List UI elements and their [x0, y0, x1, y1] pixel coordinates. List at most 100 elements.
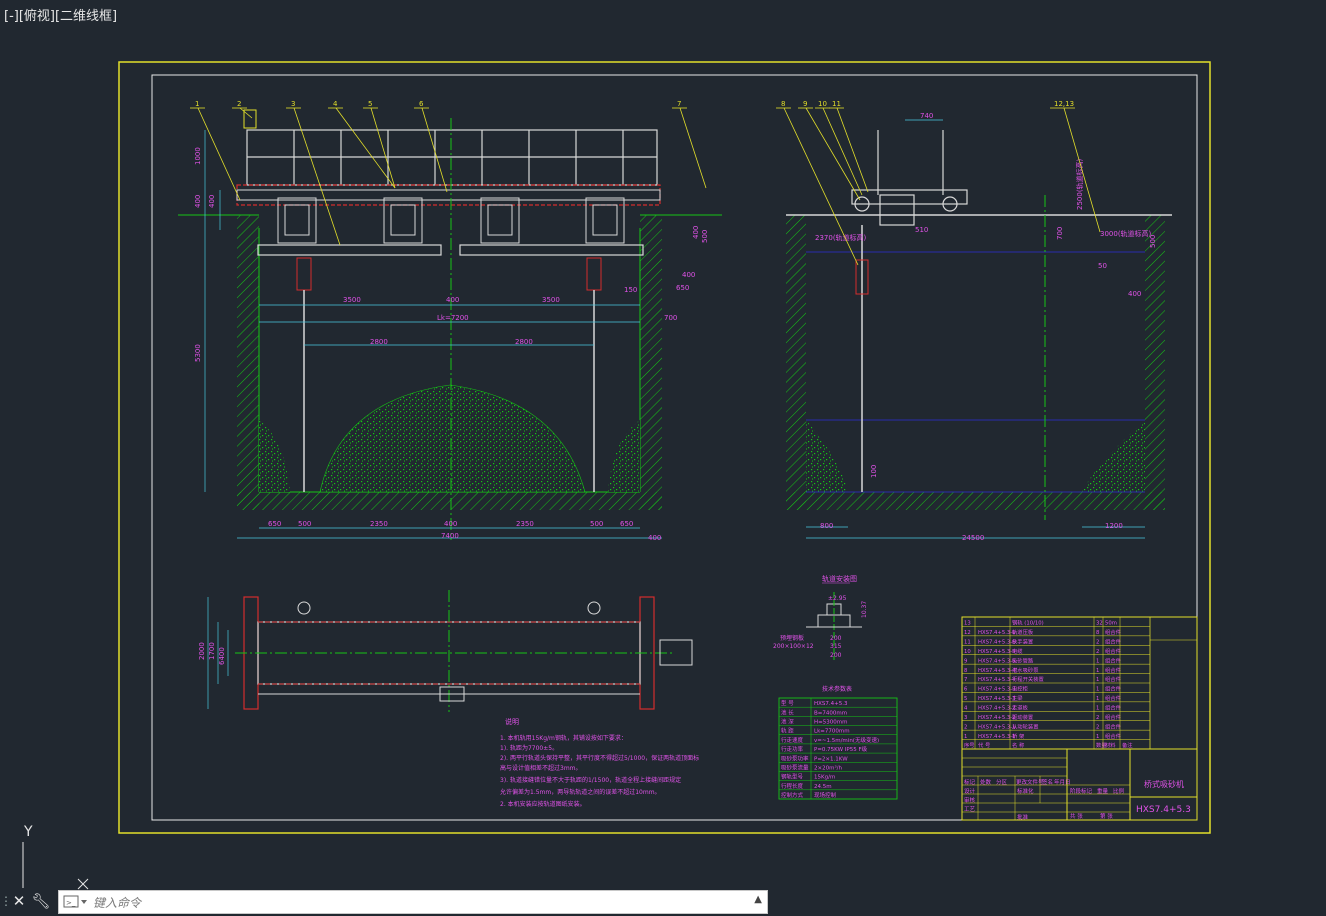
bom-cell: 组合件	[1105, 647, 1122, 655]
front-floor	[237, 492, 662, 510]
bom-cell: 组合件	[1105, 732, 1122, 740]
side-dim-24500: 24500	[962, 534, 984, 542]
tb-label-scale: 比例	[1113, 787, 1125, 795]
command-history-icon[interactable]: >_	[59, 891, 93, 913]
tb-label-review: 审核	[964, 796, 976, 804]
bom-cell: 吸砂管路	[1012, 656, 1034, 664]
detail-dim-200a: 200	[830, 635, 842, 642]
wrench-icon[interactable]: 🔧︎	[30, 889, 52, 913]
notes-line-2: 1). 轨距为7700±5。	[500, 744, 558, 752]
dim-400-mid: 400	[446, 296, 459, 304]
tb-label-date: 年月日	[1054, 778, 1071, 786]
side-dim-800: 800	[820, 522, 833, 530]
notes-line-6: 允许偏差为1.5mm，两导轨轨道之间的误差不超过10mm。	[500, 788, 661, 796]
balloon-8: 8	[781, 100, 785, 108]
side-dim-400: 400	[1128, 290, 1141, 298]
plan-dim-6400: 6400	[218, 647, 226, 665]
front-view[interactable]: 3500 400 3500 Lk=7200 2800 2800 650 500 …	[178, 100, 722, 542]
balloon-11: 11	[832, 100, 841, 108]
detail-label-2: 200×100×12	[773, 643, 814, 650]
bom-cell: 2	[964, 724, 967, 730]
tb-label-design: 设计	[964, 787, 976, 795]
bom-cell: 1	[1096, 696, 1099, 702]
detail-title: 轨道安装图	[822, 574, 857, 583]
param-value: v=~1.5m/min(无级变速)	[814, 736, 879, 744]
balloon-4: 4	[333, 100, 338, 108]
param-value: H=5300mm	[814, 720, 847, 726]
notes-block: 说明 1. 本机轨用15Kg/m钢轨，其铺设按如下要求： 1). 轨距为7700…	[500, 717, 699, 808]
bom-cell: 扶手装置	[1012, 637, 1033, 645]
param-label: 型 号	[781, 699, 794, 707]
bom-cell: 50m	[1105, 621, 1117, 627]
dim-bottom-2: 500	[298, 520, 311, 528]
side-left-wall	[786, 215, 806, 510]
plan-dim-2000: 2000	[198, 642, 206, 660]
plan-view[interactable]: 2000 1700 6400	[198, 590, 693, 712]
bom-cell: 桥 架	[1012, 732, 1025, 740]
command-input[interactable]: >_ 键入命令 ▲	[58, 890, 768, 914]
bom-cell: 32	[1096, 621, 1103, 627]
side-dim-2500: 2500(轨道标高)	[1075, 158, 1084, 210]
bom-cell: HXS7.4+5.3-6	[978, 630, 1016, 636]
bom-cell: 12	[964, 630, 971, 636]
bom-cell: 组合件	[1105, 637, 1122, 645]
tb-label-count: 处数	[980, 778, 992, 786]
bom-cell: 组合件	[1105, 703, 1122, 711]
params-title: 技术参数表	[822, 685, 852, 693]
front-right-wall	[640, 215, 662, 510]
title-block[interactable]: 13 钢轨 (10/10) 32 50m12 HXS7.4+5.3-6轨道压板 8 组合件1…	[961, 616, 1198, 821]
balloon-3: 3	[291, 100, 295, 108]
detail-dim-level: ±2.95	[828, 595, 847, 602]
bom-cell: 走道板	[1012, 703, 1029, 711]
plan-dim-1700: 1700	[208, 642, 216, 660]
side-view[interactable]: 800 24500 1200 740 2370(轨道标高) 510 700 50…	[776, 100, 1172, 542]
dim-left-5300: 5300	[194, 344, 202, 362]
bom-cell: 1	[1096, 687, 1099, 693]
dim-2800-right: 2800	[515, 338, 533, 346]
bom-cell: 1	[1096, 705, 1099, 711]
bom-cell: 组合件	[1105, 694, 1122, 702]
notes-line-3: 2). 两平行轨道头保持平整，其平行度不得超过5/1000，保证两轨道顶面标	[500, 754, 699, 762]
dim-2800-left: 2800	[370, 338, 388, 346]
tb-label-stage: 阶段标记	[1070, 787, 1093, 795]
bom-cell: HXS7.4+5.3-6	[978, 639, 1016, 645]
command-line: ⋮ ✕ 🔧︎ >_ 键入命令 ▲	[0, 888, 770, 914]
bom-cell: HXS7.4+5.3-4	[978, 668, 1016, 674]
bom-cell: 从动轮装置	[1012, 722, 1039, 730]
detail-dim-200b: 200	[830, 652, 842, 659]
param-label: 行走功率	[781, 745, 804, 753]
dim-left-400b: 400	[208, 195, 216, 208]
dim-front-total-right: 400	[648, 534, 661, 542]
grip-icon[interactable]: ⋮	[0, 890, 12, 912]
bom-cell: 组合件	[1105, 722, 1122, 730]
command-placeholder: 键入命令	[93, 895, 142, 910]
balloon-9: 9	[803, 100, 807, 108]
tb-label-weight: 重量	[1097, 787, 1109, 795]
dim-left-400a: 400	[194, 195, 202, 208]
drawing-canvas[interactable]: 3500 400 3500 Lk=7200 2800 2800 650 500 …	[0, 0, 1326, 916]
bom-cell: 2	[1096, 724, 1099, 730]
param-value: P=2×1.1KW	[814, 756, 848, 762]
bom-cell: 组合件	[1105, 713, 1122, 721]
dim-bottom-4: 400	[444, 520, 457, 528]
bom-cell: 代 号	[978, 741, 990, 749]
param-label: 钢轨型号	[781, 773, 804, 781]
tb-label-process: 工艺	[964, 806, 976, 813]
params-table[interactable]: 技术参数表 型 号 HXS7.4+5.3 池 长 B=7400mm 池 深 H=5300m…	[778, 685, 898, 800]
notes-line-5: 3). 轨道接缝错位量不大于轨距的1/1500，轨道全程上接缝间距规定	[500, 776, 681, 784]
param-value: 2×20m³/h	[814, 764, 843, 771]
close-icon[interactable]: ✕	[8, 889, 30, 913]
dim-right-1: 400	[692, 226, 700, 239]
param-value: B=7400mm	[814, 710, 847, 716]
balloon-6: 6	[419, 100, 424, 108]
bom-cell: 1	[1096, 677, 1099, 683]
bom-cell: 2	[1096, 649, 1099, 655]
bom-cell: 8	[1096, 630, 1100, 636]
bom-cell: 1	[964, 734, 967, 740]
rail-detail[interactable]: 轨道安装图 ±2.95 200 315 200 10.37 预埋钢板 200×1…	[773, 574, 868, 660]
svg-text:>_: >_	[66, 899, 76, 907]
tb-label-sheets: 共 张	[1070, 812, 1083, 820]
viewport-controls[interactable]: [-][俯视][二维线框]	[4, 5, 117, 24]
notes-line-4: 高与设计值相差不超过3mm。	[500, 764, 582, 772]
expand-icon[interactable]: ▲	[754, 894, 762, 905]
